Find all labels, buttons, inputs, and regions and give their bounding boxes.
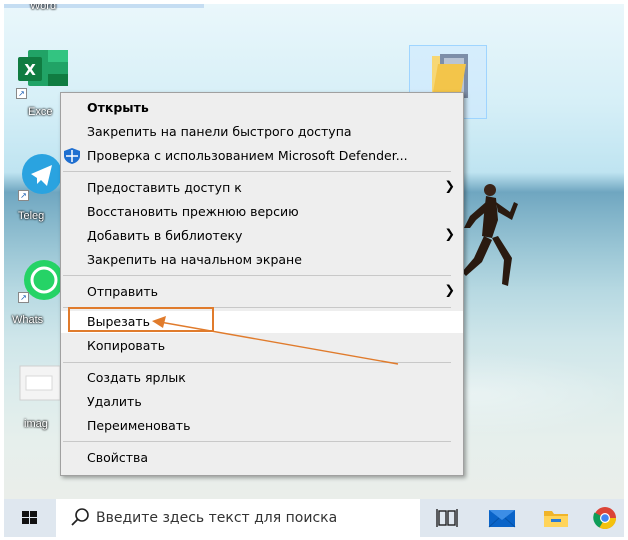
menu-item-label: Копировать xyxy=(87,338,166,353)
submenu-arrow-icon: ❯ xyxy=(444,178,455,193)
shortcut-arrow-icon: ↗ xyxy=(18,190,29,201)
menu-item-pin-quick-access[interactable]: Закрепить на панели быстрого доступа xyxy=(61,121,463,143)
menu-item-delete[interactable]: Удалить xyxy=(61,391,463,413)
chrome-button[interactable] xyxy=(592,506,618,530)
task-view-button[interactable] xyxy=(434,506,460,530)
start-button[interactable] xyxy=(4,499,52,537)
menu-item-pin-start[interactable]: Закрепить на начальном экране xyxy=(61,249,463,271)
excel-icon: X xyxy=(18,50,68,86)
context-menu: Открыть Закрепить на панели быстрого дос… xyxy=(60,92,464,476)
menu-item-rename[interactable]: Переименовать xyxy=(61,415,463,437)
menu-item-label: Добавить в библиотеку xyxy=(87,228,243,243)
defender-shield-icon xyxy=(64,148,80,164)
image-icon-label: imag xyxy=(24,418,48,430)
menu-item-add-to-library[interactable]: Добавить в библиотеку ❯ xyxy=(61,225,463,247)
menu-item-label: Создать ярлык xyxy=(87,370,186,385)
mail-icon xyxy=(488,510,516,528)
task-view-icon xyxy=(436,509,458,527)
menu-item-properties[interactable]: Свойства xyxy=(61,447,463,469)
menu-separator xyxy=(63,362,451,363)
menu-item-defender-scan[interactable]: Проверка с использованием Microsoft Defe… xyxy=(61,145,463,167)
menu-separator xyxy=(63,171,451,172)
menu-item-open[interactable]: Открыть xyxy=(61,97,463,119)
taskbar-search-box[interactable]: Введите здесь текст для поиска xyxy=(56,499,420,537)
excel-desktop-icon[interactable]: X ↗ Exce xyxy=(14,48,70,118)
shortcut-arrow-icon: ↗ xyxy=(16,88,27,99)
menu-item-copy[interactable]: Копировать xyxy=(61,335,463,357)
menu-separator xyxy=(63,275,451,276)
taskbar: Введите здесь текст для поиска xyxy=(4,499,624,537)
file-explorer-icon xyxy=(544,511,568,527)
menu-item-label: Проверка с использованием Microsoft Defe… xyxy=(87,148,408,163)
shortcut-arrow-icon: ↗ xyxy=(18,292,29,303)
menu-item-share-with[interactable]: Предоставить доступ к ❯ xyxy=(61,177,463,199)
menu-item-label: Закрепить на начальном экране xyxy=(87,252,302,267)
submenu-arrow-icon: ❯ xyxy=(444,226,455,241)
menu-item-label: Восстановить прежнюю версию xyxy=(87,204,299,219)
windows-start-icon xyxy=(22,511,37,524)
search-placeholder: Введите здесь текст для поиска xyxy=(96,510,338,526)
file-explorer-button[interactable] xyxy=(542,506,568,530)
word-icon-label: Word xyxy=(30,4,57,12)
menu-item-label: Свойства xyxy=(87,450,149,465)
mail-button[interactable] xyxy=(488,506,516,530)
menu-item-label: Отправить xyxy=(87,284,159,299)
telegram-icon-label: Teleg xyxy=(18,210,45,222)
menu-item-create-shortcut[interactable]: Создать ярлык xyxy=(61,367,463,389)
whatsapp-icon-label: Whats xyxy=(12,314,44,326)
menu-item-label: Переименовать xyxy=(87,418,191,433)
submenu-arrow-icon: ❯ xyxy=(444,282,455,297)
menu-separator xyxy=(63,441,451,442)
menu-item-label: Открыть xyxy=(87,100,149,115)
menu-item-send-to[interactable]: Отправить ❯ xyxy=(61,281,463,303)
search-icon xyxy=(71,508,89,526)
menu-item-label: Закрепить на панели быстрого доступа xyxy=(87,124,352,139)
chrome-icon xyxy=(593,507,616,529)
menu-item-label: Удалить xyxy=(87,394,142,409)
menu-item-label: Предоставить доступ к xyxy=(87,180,242,195)
svg-text:X: X xyxy=(24,61,36,79)
menu-item-restore-previous-version[interactable]: Восстановить прежнюю версию xyxy=(61,201,463,223)
annotation-highlight-box xyxy=(68,307,214,332)
excel-icon-label: Exce xyxy=(28,106,53,118)
